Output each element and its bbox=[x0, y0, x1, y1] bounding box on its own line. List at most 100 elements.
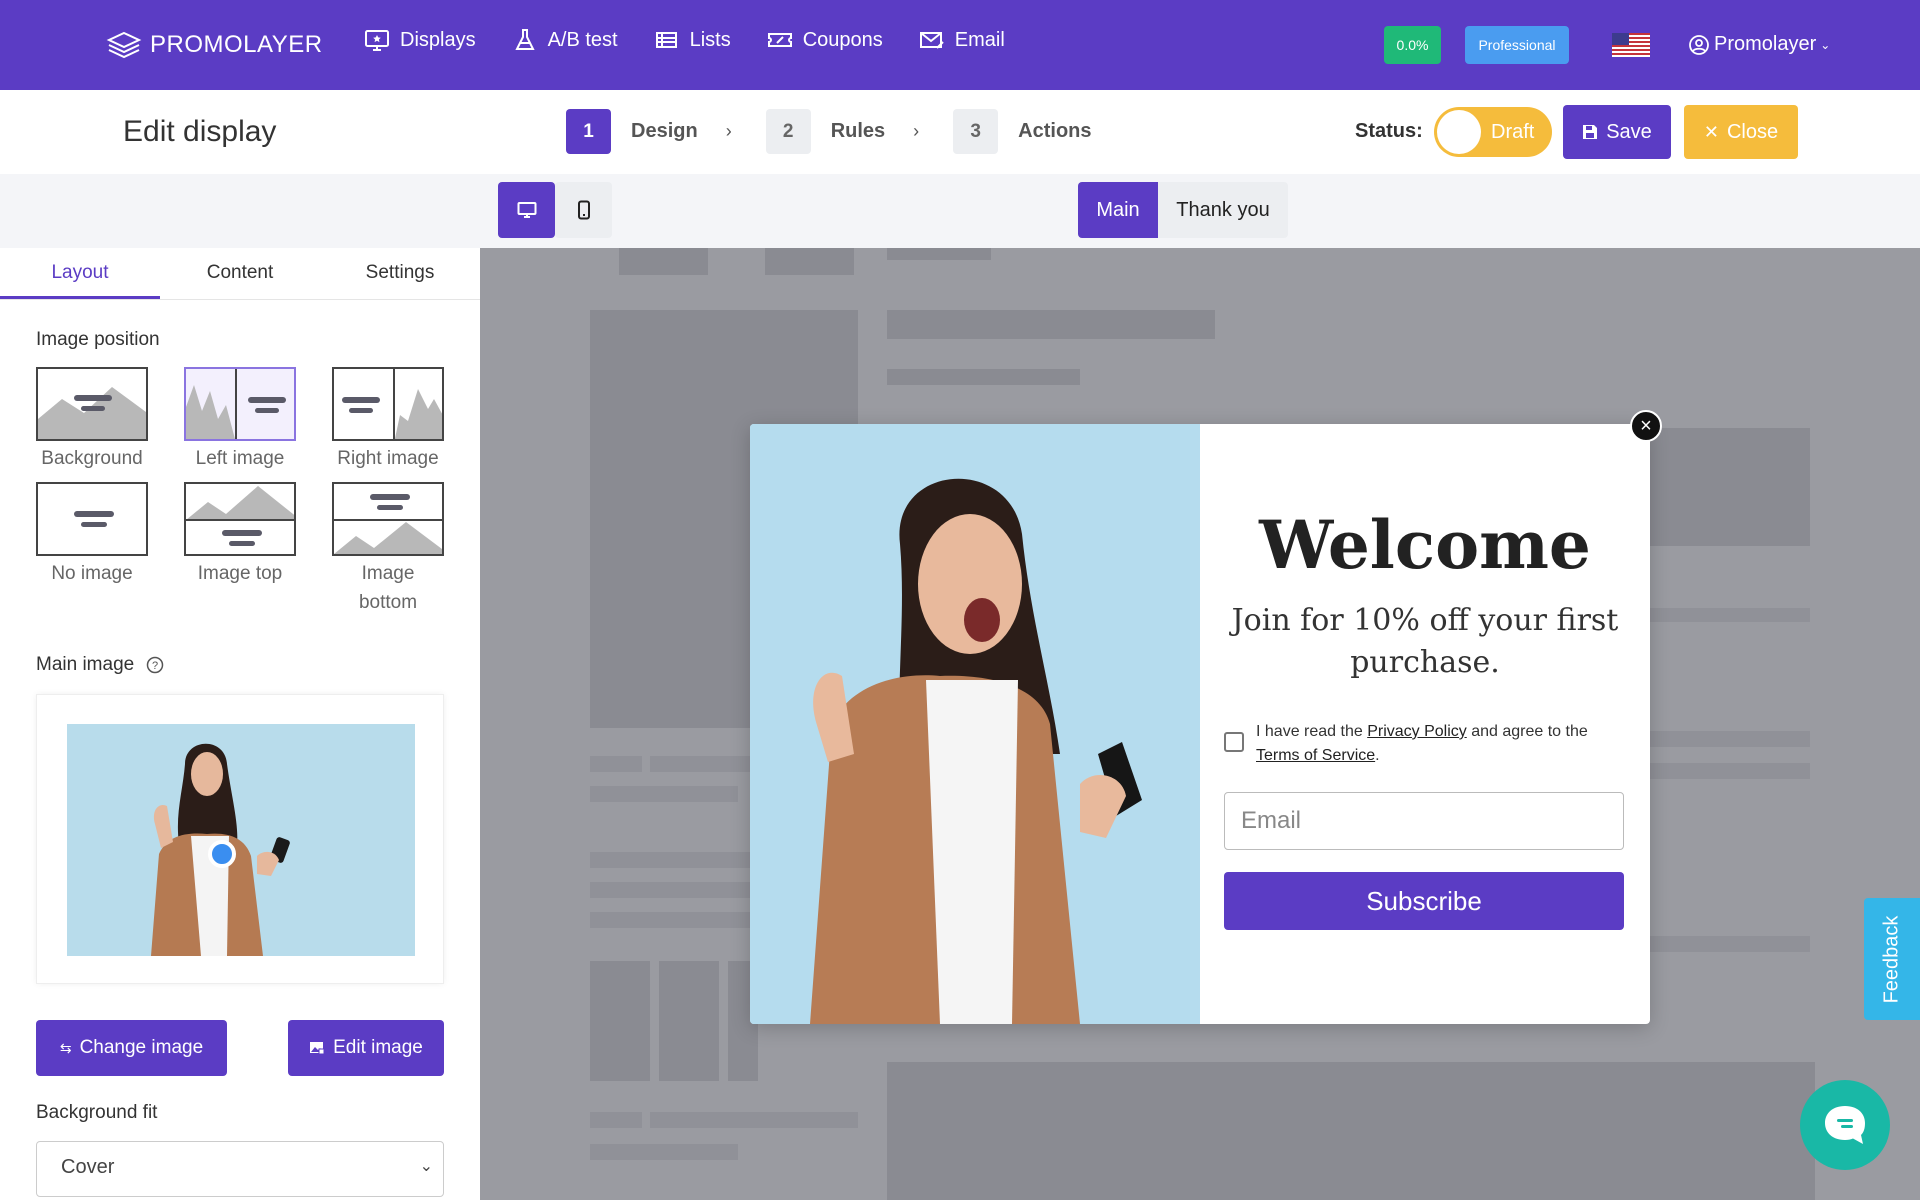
page-title: Edit display bbox=[123, 115, 277, 148]
focal-point-handle[interactable] bbox=[208, 840, 236, 868]
privacy-policy-link[interactable]: Privacy Policy bbox=[1367, 723, 1467, 740]
change-image-label: Change image bbox=[79, 1037, 204, 1058]
nav-coupons[interactable]: Coupons bbox=[767, 28, 883, 52]
placeholder-block bbox=[1650, 608, 1810, 622]
chat-widget-button[interactable] bbox=[1800, 1080, 1890, 1170]
background-fit-value: Cover bbox=[61, 1156, 115, 1178]
nav-lists[interactable]: Lists bbox=[654, 28, 731, 52]
brand-logo[interactable]: PROMOLAYER bbox=[106, 30, 323, 60]
position-right-image-label: Right image bbox=[337, 448, 439, 469]
step-wizard: 1 Design › 2 Rules › 3 Actions bbox=[566, 109, 1120, 154]
position-image-top-label: Image top bbox=[197, 563, 283, 584]
placeholder-block bbox=[659, 961, 719, 1081]
us-flag-icon[interactable] bbox=[1612, 33, 1650, 57]
step-2-number[interactable]: 2 bbox=[765, 109, 811, 154]
position-image-bottom[interactable]: Image bottom bbox=[332, 482, 444, 617]
plan-badge[interactable]: Professional bbox=[1465, 26, 1569, 64]
chat-bubble-icon bbox=[1825, 1106, 1865, 1144]
consent-checkbox[interactable] bbox=[1224, 732, 1244, 752]
desktop-icon bbox=[517, 202, 536, 218]
nav-displays-label: Displays bbox=[400, 28, 476, 51]
woman-phone-photo bbox=[67, 724, 415, 956]
popup-subtitle[interactable]: Join for 10% off your first purchase. bbox=[1220, 600, 1630, 684]
main-image-label: Main image bbox=[36, 654, 135, 675]
position-background-label: Background bbox=[41, 448, 143, 469]
feedback-label: Feedback bbox=[1880, 915, 1903, 1003]
nav-displays[interactable]: Displays bbox=[364, 28, 476, 52]
subscribe-button[interactable]: Subscribe bbox=[1224, 872, 1624, 930]
screen-main-button[interactable]: Main bbox=[1078, 182, 1158, 238]
placeholder-block bbox=[590, 1144, 738, 1160]
popup-image[interactable] bbox=[750, 424, 1200, 1024]
status-value: Draft bbox=[1491, 120, 1535, 143]
mountain-background-icon bbox=[38, 387, 146, 439]
consent-pre: I have read the bbox=[1256, 723, 1368, 740]
status-toggle[interactable]: Draft bbox=[1434, 107, 1552, 157]
background-fit-select[interactable]: Cover ⌄ bbox=[36, 1141, 444, 1197]
right-image-layout-icon bbox=[342, 369, 442, 439]
position-left-image[interactable]: Left image bbox=[184, 367, 296, 473]
svg-text:?: ? bbox=[152, 660, 158, 672]
change-image-button[interactable]: ⇆ Change image bbox=[36, 1020, 227, 1076]
position-no-image[interactable]: No image bbox=[36, 482, 148, 588]
ticket-icon bbox=[767, 33, 792, 47]
nav-ab-test[interactable]: A/B test bbox=[512, 28, 618, 52]
chevron-right-icon: › bbox=[913, 121, 920, 141]
close-icon: ✕ bbox=[1703, 121, 1719, 142]
nav-email[interactable]: Email bbox=[919, 28, 1005, 52]
position-right-image[interactable]: Right image bbox=[332, 367, 444, 473]
edit-image-button[interactable]: Edit image bbox=[288, 1020, 444, 1076]
close-icon: × bbox=[1640, 414, 1652, 437]
position-image-bottom-label: Image bottom bbox=[358, 563, 418, 613]
layers-icon bbox=[106, 31, 142, 59]
step-1-number[interactable]: 1 bbox=[566, 109, 611, 154]
feedback-tab[interactable]: Feedback bbox=[1864, 898, 1920, 1020]
placeholder-block bbox=[590, 961, 650, 1081]
tab-layout[interactable]: Layout bbox=[0, 248, 160, 299]
consent-row: I have read the Privacy Policy and agree… bbox=[1224, 720, 1624, 768]
step-design[interactable]: Design bbox=[631, 120, 698, 143]
brand-name: PROMOLAYER bbox=[150, 31, 323, 58]
popup-preview: × Welcome Join for 10% off your first pu… bbox=[750, 410, 1662, 1024]
placeholder-block bbox=[887, 1062, 1815, 1200]
user-name: Promolayer bbox=[1714, 33, 1817, 55]
screen-thank-you-button[interactable]: Thank you bbox=[1158, 182, 1288, 238]
floppy-disk-icon bbox=[1583, 125, 1598, 139]
position-background[interactable]: Background bbox=[36, 367, 148, 473]
step-actions[interactable]: Actions bbox=[1018, 120, 1091, 143]
step-rules[interactable]: Rules bbox=[831, 120, 885, 143]
placeholder-block bbox=[590, 786, 738, 802]
close-button[interactable]: ✕ Close bbox=[1684, 105, 1798, 159]
nav-lists-label: Lists bbox=[689, 28, 731, 51]
conversion-rate-badge[interactable]: 0.0% bbox=[1384, 26, 1441, 64]
placeholder-block bbox=[590, 1112, 642, 1128]
main-image-header: Main image ? bbox=[36, 654, 164, 676]
placeholder-block bbox=[887, 369, 1080, 385]
user-menu[interactable]: Promolayer ⌄ bbox=[1688, 33, 1830, 56]
image-top-layout-icon bbox=[186, 486, 294, 546]
placeholder-block bbox=[1650, 731, 1810, 747]
placeholder-block bbox=[1650, 763, 1810, 779]
main-image-thumbnail[interactable] bbox=[67, 724, 415, 956]
step-3-number[interactable]: 3 bbox=[953, 109, 999, 154]
desktop-view-button[interactable] bbox=[498, 182, 555, 238]
screen-switcher: Main Thank you bbox=[1078, 182, 1288, 238]
mobile-view-button[interactable] bbox=[555, 182, 612, 238]
placeholder-block bbox=[765, 248, 854, 275]
placeholder-block bbox=[590, 912, 750, 928]
placeholder-block bbox=[650, 1112, 858, 1128]
nav-coupons-label: Coupons bbox=[802, 28, 883, 51]
help-circle-icon[interactable]: ? bbox=[146, 656, 164, 674]
placeholder-block bbox=[1650, 936, 1810, 952]
terms-of-service-link[interactable]: Terms of Service bbox=[1256, 747, 1375, 764]
tab-settings[interactable]: Settings bbox=[320, 248, 480, 299]
save-button[interactable]: Save bbox=[1563, 105, 1671, 159]
position-no-image-label: No image bbox=[51, 563, 133, 584]
popup-heading[interactable]: Welcome bbox=[1200, 506, 1650, 584]
tab-content[interactable]: Content bbox=[160, 248, 320, 299]
email-field[interactable]: Email bbox=[1224, 792, 1624, 850]
placeholder-block bbox=[887, 248, 991, 260]
left-image-layout-icon bbox=[186, 369, 286, 439]
popup-close-button[interactable]: × bbox=[1630, 410, 1662, 442]
position-image-top[interactable]: Image top bbox=[184, 482, 296, 588]
